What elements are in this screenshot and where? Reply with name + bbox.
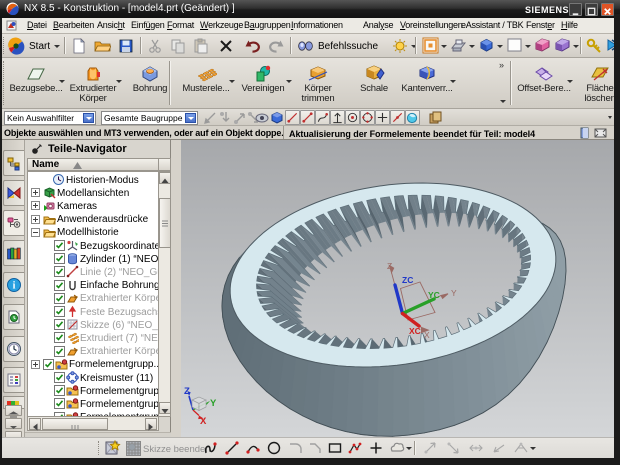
svg-text:XC: XC <box>409 326 421 336</box>
svg-text:Z: Z <box>184 386 190 397</box>
svg-text:X: X <box>424 330 430 340</box>
svg-text:Y: Y <box>451 288 457 298</box>
svg-text:Z: Z <box>387 261 392 271</box>
svg-text:YC: YC <box>428 290 440 300</box>
svg-text:i: i <box>13 281 16 292</box>
svg-text:ZC: ZC <box>402 275 413 285</box>
svg-text:X: X <box>200 416 207 427</box>
svg-text:Y: Y <box>210 398 217 409</box>
